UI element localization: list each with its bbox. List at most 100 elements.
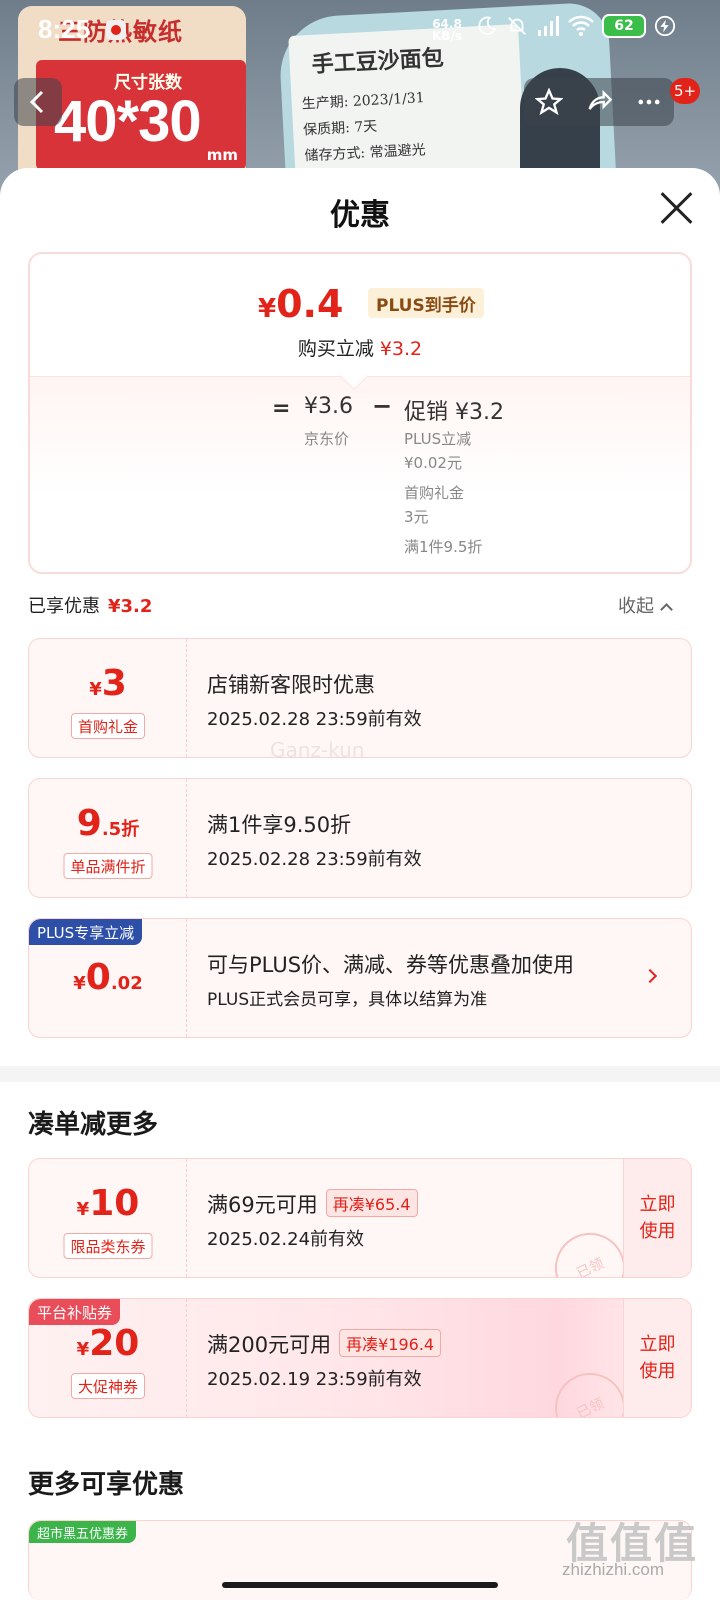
coupon-tag: 首购礼金 [70, 713, 146, 739]
coupon-validity: 2025.02.28 23:59前有效 [207, 849, 422, 870]
chevron-up-icon [660, 603, 673, 616]
size-unit: mm [206, 146, 238, 164]
promo-detail: 首购礼金 [404, 484, 465, 502]
status-icons: 62 [476, 14, 676, 38]
discount-sheet: 优惠 ¥0.4 PLUS到手价 购买立减 ¥3.2 = ¥3.6 京东价 − 促销… [0, 168, 720, 1600]
network-speed: 64.8 KB/s [432, 18, 462, 42]
buy-reduce-row: 购买立减 ¥3.2 [30, 334, 690, 361]
coupon-title: 店铺新客限时优惠 [207, 673, 375, 697]
coupon-tag: 限品类东券 [63, 1233, 153, 1259]
status-bar: 8:25 64.8 KB/s 62 [0, 0, 720, 62]
final-price: ¥0.4 [258, 282, 343, 326]
section-title-extra: 更多可享优惠 [28, 1470, 185, 1500]
coupon-amount-small: .5折 [101, 819, 140, 840]
signal-icon [538, 16, 559, 36]
coupon-title: 满1件享9.50折 [207, 813, 352, 837]
wifi-icon [568, 15, 594, 36]
roll-row: 储存方式: 常温避光 [304, 142, 426, 165]
home-indicator[interactable] [222, 1582, 498, 1588]
sheet-title: 优惠 [330, 198, 390, 233]
buy-reduce-value: ¥3.2 [379, 338, 423, 360]
coupon-subtitle: PLUS正式会员可享，具体以结算为准 [207, 990, 488, 1010]
coupon-tag: 单品满件折 [63, 853, 153, 879]
plus-price-tag: PLUS到手价 [368, 288, 484, 318]
coupon-amount: ¥0.02 [29, 957, 187, 998]
coupon-need-more: 再凑¥65.4 [325, 1189, 418, 1217]
enjoyed-value: ¥3.2 [108, 596, 153, 617]
price-formula: = ¥3.6 京东价 − 促销 ¥3.2 PLUS立减 ¥0.02元 首购礼金 … [30, 384, 690, 572]
jd-price-label: 京东价 [304, 430, 350, 448]
share-icon[interactable] [585, 88, 613, 116]
final-price-value: 0.4 [276, 282, 344, 326]
coupon-amount-big: 10 [89, 1183, 140, 1224]
coupon-amount-big: 0 [85, 957, 111, 998]
coupon-amount: ¥10 [29, 1183, 187, 1224]
formula-equals: = [272, 396, 291, 421]
coupon-currency: ¥ [76, 1339, 90, 1360]
promo-total: 促销 ¥3.2 [404, 400, 504, 425]
coupon-threshold: 满200元可用 [207, 1333, 332, 1357]
battery-indicator: 62 [602, 14, 646, 38]
use-now-button[interactable]: 立即 使用 [623, 1159, 691, 1277]
coupon-amount-small: .02 [110, 973, 143, 994]
coupon-title: 满200元可用 再凑¥196.4 [207, 1329, 442, 1359]
close-button[interactable] [658, 190, 694, 226]
back-button[interactable] [14, 78, 62, 126]
coupon-title: 可与PLUS价、满减、券等优惠叠加使用 [207, 953, 575, 977]
coupon-plus-reduce[interactable]: PLUS专享立减 ¥0.02 可与PLUS价、满减、券等优惠叠加使用 PLUS正… [28, 918, 692, 1038]
final-price-currency: ¥ [258, 294, 277, 324]
collapse-toggle[interactable]: 收起 [618, 592, 673, 618]
promo-detail: PLUS立减 [404, 430, 472, 448]
coupon-validity: 2025.02.19 23:59前有效 [207, 1369, 422, 1390]
coupon-need-more: 再凑¥196.4 [339, 1329, 442, 1357]
roll-row: 保质期: 7天 [302, 118, 378, 139]
chevron-right-icon [642, 968, 658, 984]
site-watermark-url: zhizhizhi.com [562, 1560, 665, 1579]
coupon-item-discount: 9.5折 单品满件折 满1件享9.50折 2025.02.28 23:59前有效 [28, 778, 692, 898]
coupon-amount-big: 20 [89, 1323, 140, 1364]
coupon-corner-tag: 超市黑五优惠券 [29, 1521, 137, 1543]
coupon-amount-big: 3 [101, 663, 127, 704]
coupon-amount: ¥20 [29, 1323, 187, 1364]
coupon-threshold: 满69元可用 [207, 1193, 318, 1217]
charging-icon [654, 15, 676, 37]
promo-detail: ¥0.02元 [404, 454, 462, 472]
coupon-validity: 2025.02.28 23:59前有效 [207, 709, 422, 730]
formula-minus: − [372, 392, 393, 420]
coupon-title: 满69元可用 再凑¥65.4 [207, 1189, 418, 1219]
header-actions [524, 78, 674, 126]
coupon-amount: 9.5折 [29, 803, 187, 844]
enjoyed-label: 已享优惠 [28, 596, 100, 617]
coupon-currency: ¥ [76, 1199, 90, 1220]
collapse-label: 收起 [618, 596, 654, 617]
watermark-text: Ganz-kun [270, 738, 365, 762]
star-icon[interactable] [535, 88, 563, 116]
message-badge: 5+ [670, 78, 701, 104]
buy-reduce-label: 购买立减 [297, 338, 374, 360]
coupon-corner-tag: 平台补贴券 [29, 1299, 121, 1325]
coupon-currency: ¥ [89, 679, 102, 700]
size-value: 40*30 [54, 89, 202, 154]
promo-detail: 3元 [404, 508, 429, 526]
price-summary-card: ¥0.4 PLUS到手价 购买立减 ¥3.2 = ¥3.6 京东价 − 促销 ¥3… [28, 252, 692, 574]
coupon-currency: ¥ [73, 973, 86, 994]
enjoyed-discount: 已享优惠 ¥3.2 [28, 592, 152, 618]
promo-detail: 满1件9.5折 [404, 538, 483, 556]
chevron-left-icon [29, 90, 44, 114]
use-now-button[interactable]: 立即 使用 [623, 1299, 691, 1417]
status-time: 8:25 [38, 14, 91, 44]
coupon-platform: 平台补贴券 ¥20 大促神券 满200元可用 再凑¥196.4 2025.02.1… [28, 1298, 692, 1418]
coupon-tag: 大促神券 [70, 1373, 146, 1399]
bell-mute-icon [508, 17, 526, 35]
roll-row: 生产期: 2023/1/31 [301, 90, 426, 113]
coupon-category: ¥10 限品类东券 满69元可用 再凑¥65.4 2025.02.24前有效 已领… [28, 1158, 692, 1278]
more-icon[interactable] [635, 88, 663, 116]
coupon-validity: 2025.02.24前有效 [207, 1229, 365, 1250]
section-title-more: 凑单减更多 [28, 1110, 159, 1140]
jd-price: ¥3.6 [304, 394, 353, 419]
label-size-box: 尺寸张数 40*30 mm [36, 60, 246, 170]
section-divider [0, 1066, 720, 1082]
jd-app-icon [106, 20, 126, 40]
coupon-corner-tag: PLUS专享立减 [29, 919, 143, 945]
moon-icon [478, 16, 497, 35]
